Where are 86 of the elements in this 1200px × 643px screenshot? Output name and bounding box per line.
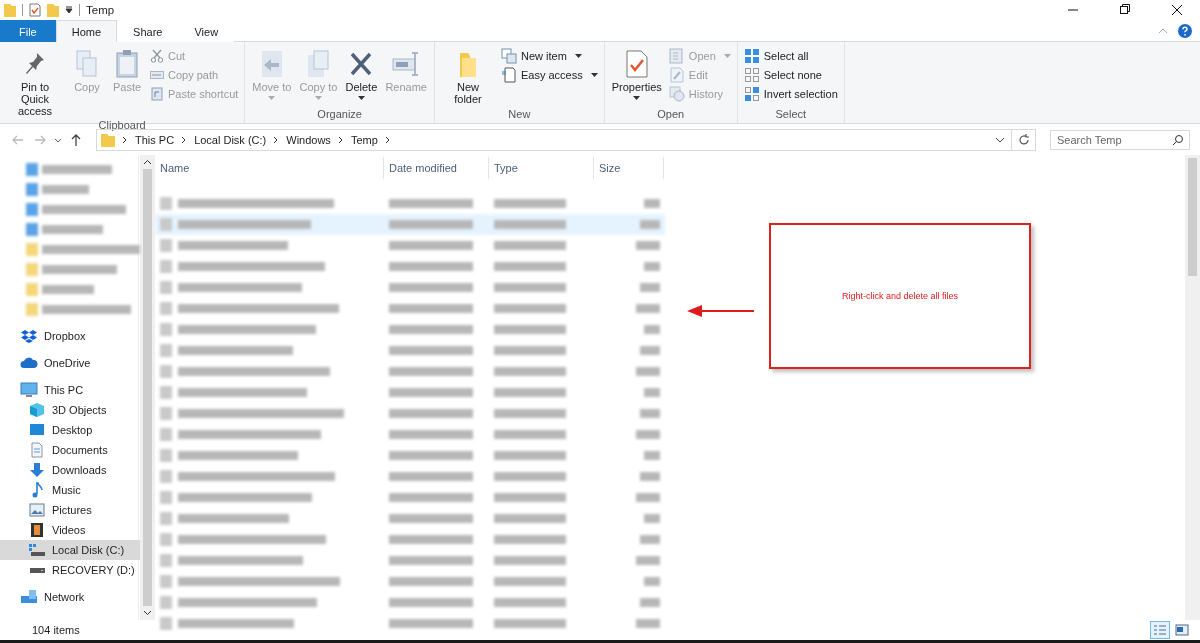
nav-item[interactable]: Local Disk (C:) xyxy=(0,540,140,560)
large-icons-icon xyxy=(1175,624,1189,636)
arrow xyxy=(687,305,755,317)
nav-item[interactable]: Downloads xyxy=(0,460,140,480)
search-field[interactable]: Search Temp xyxy=(1050,130,1190,150)
annotation-text: Right-click and delete all files xyxy=(841,291,959,301)
nav-item[interactable]: Pictures xyxy=(0,500,140,520)
large-icons-view-button[interactable] xyxy=(1172,621,1192,639)
refresh-icon[interactable] xyxy=(1017,133,1031,147)
search-icon xyxy=(1172,134,1184,146)
nav-item[interactable]: Network xyxy=(0,587,140,607)
ribbon-button[interactable]: New item xyxy=(498,48,600,64)
music-note-icon xyxy=(31,482,43,498)
ribbon-button[interactable]: Properties xyxy=(608,45,665,102)
blurred-row[interactable] xyxy=(155,214,665,235)
scrollbar[interactable] xyxy=(1185,155,1200,620)
shortcut-icon xyxy=(150,87,164,101)
help-icon[interactable] xyxy=(1178,23,1192,38)
nav-item[interactable]: Videos xyxy=(0,520,140,540)
breadcrumb[interactable]: Temp xyxy=(350,134,378,146)
collapse-ribbon-icon[interactable] xyxy=(1158,26,1168,35)
column-header[interactable]: Name xyxy=(155,157,384,179)
select-all-icon xyxy=(743,48,760,64)
nav-item[interactable]: Music xyxy=(0,480,140,500)
breadcrumb[interactable]: This PC xyxy=(135,134,175,146)
ribbon-button[interactable]: New folder xyxy=(438,45,497,107)
film-icon xyxy=(30,522,44,538)
nav-item[interactable]: Desktop xyxy=(0,420,140,440)
group-label: Open xyxy=(656,108,686,122)
nav-item[interactable]: 3D Objects xyxy=(0,400,140,420)
ribbon-button[interactable]: Pin to Quick access xyxy=(4,45,66,119)
ribbon-tab[interactable]: File xyxy=(0,20,56,42)
new-item-icon xyxy=(500,48,517,64)
group-label: Select xyxy=(774,108,808,122)
ribbon-button[interactable]: Select all xyxy=(741,48,840,64)
details-icon xyxy=(1153,624,1167,636)
scissors-icon xyxy=(150,49,164,63)
picture-icon xyxy=(29,503,45,517)
cube-icon xyxy=(29,402,45,418)
nav-item[interactable]: This PC xyxy=(0,380,140,400)
desktop-icon xyxy=(29,423,45,437)
open-icon xyxy=(668,48,685,64)
history-icon xyxy=(668,86,685,102)
group-label: Organize xyxy=(316,108,363,122)
nav-item[interactable]: RECOVERY (D:) xyxy=(0,560,140,580)
document-icon xyxy=(30,442,44,458)
download-icon xyxy=(29,462,45,478)
nav-item[interactable]: Dropbox xyxy=(0,326,140,346)
network-icon xyxy=(20,589,38,605)
folder-icon xyxy=(101,133,115,147)
edit-icon xyxy=(668,67,685,83)
breadcrumb[interactable]: Windows xyxy=(286,134,331,146)
path-icon xyxy=(150,68,164,82)
properties-icon xyxy=(624,49,649,79)
drive-icon xyxy=(29,567,45,573)
drive-icon xyxy=(28,543,46,557)
dropbox-icon xyxy=(21,329,37,343)
folder-icon[interactable] xyxy=(47,3,59,17)
scrollbar[interactable] xyxy=(140,155,155,620)
column-header[interactable]: Type xyxy=(489,157,594,179)
caret-icon[interactable] xyxy=(65,6,73,14)
copy-to-icon xyxy=(305,49,332,79)
ribbon-button[interactable]: Easy access xyxy=(498,67,600,83)
computer-icon xyxy=(20,382,38,398)
group-label: New xyxy=(507,108,532,122)
select-none-icon xyxy=(743,67,760,83)
column-header[interactable]: Date modified xyxy=(384,157,489,179)
ribbon-tab[interactable]: Home xyxy=(55,20,118,42)
address-bar[interactable]: This PC Local Disk (C:) Windows Temp xyxy=(96,129,1036,151)
ribbon-button[interactable]: Delete xyxy=(342,45,381,102)
invert-selection-icon xyxy=(743,86,760,102)
dropdown-icon[interactable] xyxy=(994,135,1006,145)
ribbon-button[interactable]: Invert selection xyxy=(741,86,840,102)
item-count: 104 items xyxy=(32,624,80,636)
clipboard-icon xyxy=(115,49,139,79)
copy-icon xyxy=(75,49,99,79)
window-title: Temp xyxy=(86,4,115,16)
nav-item[interactable]: Documents xyxy=(0,440,140,460)
properties-icon[interactable] xyxy=(29,3,41,17)
cloud-icon xyxy=(20,357,38,369)
ribbon-button[interactable]: Select none xyxy=(741,67,840,83)
nav-item[interactable]: OneDrive xyxy=(0,353,140,373)
column-header[interactable]: Size xyxy=(594,157,664,179)
breadcrumb[interactable]: Local Disk (C:) xyxy=(194,134,267,146)
folder-icon[interactable] xyxy=(4,3,16,17)
document-icon xyxy=(500,67,517,83)
